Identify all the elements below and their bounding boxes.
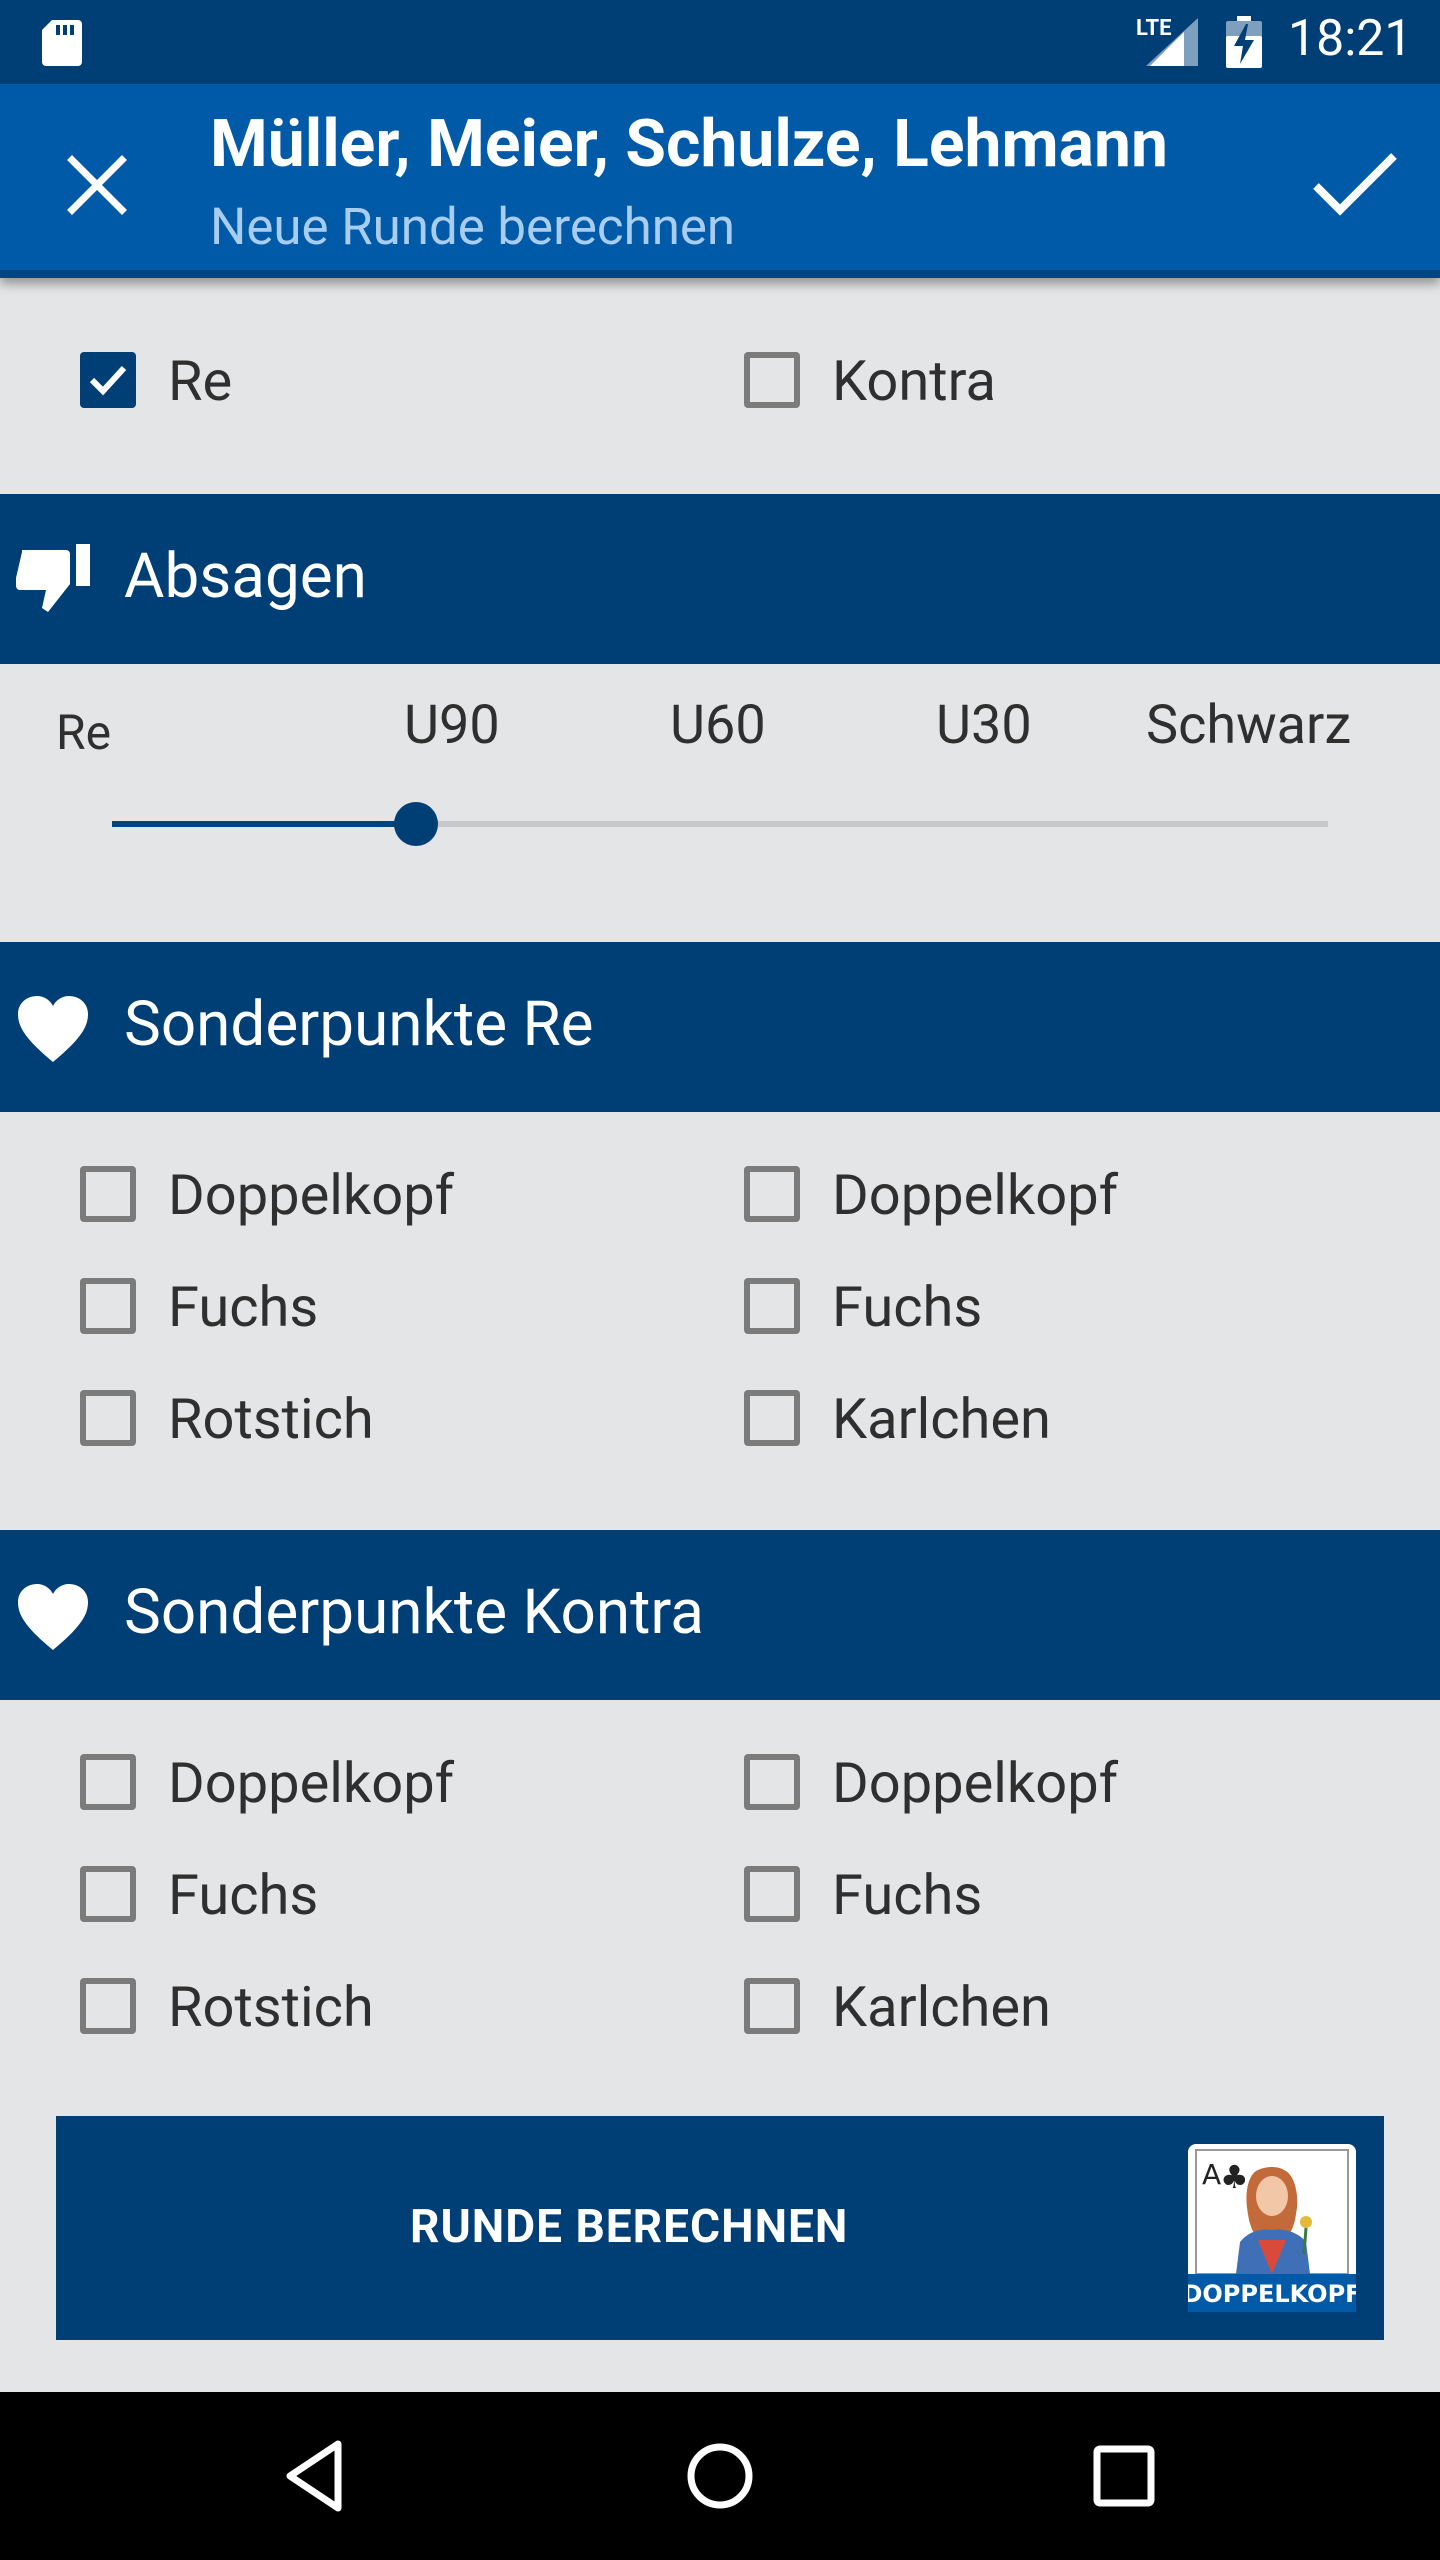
kontra-right-doppelkopf-checkbox[interactable] xyxy=(744,1754,800,1810)
kontra-right-fuchs-checkbox[interactable] xyxy=(744,1866,800,1922)
kontra-left-rotstich-checkbox[interactable] xyxy=(80,1978,136,2034)
heart-icon xyxy=(18,1584,88,1650)
re-left-rotstich-checkbox[interactable] xyxy=(80,1390,136,1446)
re-label[interactable]: Re xyxy=(168,348,232,414)
system-nav-bar xyxy=(0,2392,1440,2560)
thumbs-down-icon xyxy=(16,544,90,612)
re-right-karlchen-checkbox[interactable] xyxy=(744,1390,800,1446)
svg-text:♣: ♣ xyxy=(1220,2158,1249,2196)
absagen-slider-thumb[interactable] xyxy=(394,802,438,846)
kontra-right-fuchs-label[interactable]: Fuchs xyxy=(832,1862,982,1928)
back-icon[interactable] xyxy=(280,2436,352,2516)
sonderpunkte-kontra-title: Sonderpunkte Kontra xyxy=(124,1576,704,1649)
heart-icon xyxy=(18,996,88,1062)
page-subtitle: Neue Runde berechnen xyxy=(210,198,736,257)
checkmark-icon xyxy=(89,365,127,396)
home-icon[interactable] xyxy=(684,2436,756,2516)
re-left-doppelkopf-checkbox[interactable] xyxy=(80,1166,136,1222)
kontra-right-karlchen-checkbox[interactable] xyxy=(744,1978,800,2034)
kontra-checkbox[interactable] xyxy=(744,352,800,408)
re-left-doppelkopf-label[interactable]: Doppelkopf xyxy=(168,1162,454,1228)
re-right-fuchs-checkbox[interactable] xyxy=(744,1278,800,1334)
sonderpunkte-re-header: Sonderpunkte Re xyxy=(0,942,1440,1112)
sonderpunkte-re-title: Sonderpunkte Re xyxy=(124,988,594,1061)
svg-text:DOPPELKOPF: DOPPELKOPF xyxy=(1188,2280,1356,2308)
re-right-doppelkopf-checkbox[interactable] xyxy=(744,1166,800,1222)
status-bar: LTE 18:21 xyxy=(0,0,1440,84)
app-bar: Müller, Meier, Schulze, Lehmann Neue Run… xyxy=(0,84,1440,278)
re-left-rotstich-label[interactable]: Rotstich xyxy=(168,1386,374,1452)
re-right-fuchs-label[interactable]: Fuchs xyxy=(832,1274,982,1340)
kontra-left-fuchs-label[interactable]: Fuchs xyxy=(168,1862,318,1928)
kontra-right-karlchen-label[interactable]: Karlchen xyxy=(832,1974,1051,2040)
re-left-fuchs-label[interactable]: Fuchs xyxy=(168,1274,318,1340)
kontra-left-rotstich-label[interactable]: Rotstich xyxy=(168,1974,374,2040)
runde-berechnen-label: RUNDE BERECHNEN xyxy=(410,2200,849,2254)
page-title: Müller, Meier, Schulze, Lehmann xyxy=(210,106,1168,183)
re-checkbox[interactable] xyxy=(80,352,136,408)
absagen-title: Absagen xyxy=(124,540,367,613)
kontra-left-doppelkopf-checkbox[interactable] xyxy=(80,1754,136,1810)
clock: 18:21 xyxy=(1288,10,1413,68)
signal-icon xyxy=(1146,18,1198,66)
slider-label-u30: U30 xyxy=(936,694,1032,757)
absagen-header: Absagen xyxy=(0,494,1440,664)
slider-label-re: Re xyxy=(56,704,112,761)
kontra-left-doppelkopf-label[interactable]: Doppelkopf xyxy=(168,1750,454,1816)
kontra-label[interactable]: Kontra xyxy=(832,348,996,414)
re-right-karlchen-label[interactable]: Karlchen xyxy=(832,1386,1051,1452)
slider-label-u90: U90 xyxy=(404,694,500,757)
kontra-left-fuchs-checkbox[interactable] xyxy=(80,1866,136,1922)
battery-charging-icon xyxy=(1226,16,1262,68)
check-icon[interactable] xyxy=(1310,146,1400,218)
absagen-slider-fill xyxy=(112,821,416,827)
re-right-doppelkopf-label[interactable]: Doppelkopf xyxy=(832,1162,1118,1228)
close-icon[interactable] xyxy=(62,150,132,220)
runde-berechnen-button[interactable]: RUNDE BERECHNEN A ♣ DOPPELKOPF xyxy=(56,2116,1384,2340)
svg-text:A: A xyxy=(1202,2158,1221,2191)
recents-icon[interactable] xyxy=(1088,2436,1160,2516)
kontra-right-doppelkopf-label[interactable]: Doppelkopf xyxy=(832,1750,1118,1816)
re-left-fuchs-checkbox[interactable] xyxy=(80,1278,136,1334)
slider-label-schwarz: Schwarz xyxy=(1146,694,1352,757)
absagen-slider-track[interactable] xyxy=(112,821,1328,827)
slider-label-u60: U60 xyxy=(670,694,766,757)
sonderpunkte-kontra-header: Sonderpunkte Kontra xyxy=(0,1530,1440,1700)
doppelkopf-logo: A ♣ DOPPELKOPF xyxy=(1188,2144,1356,2312)
sd-card-icon xyxy=(42,20,82,66)
